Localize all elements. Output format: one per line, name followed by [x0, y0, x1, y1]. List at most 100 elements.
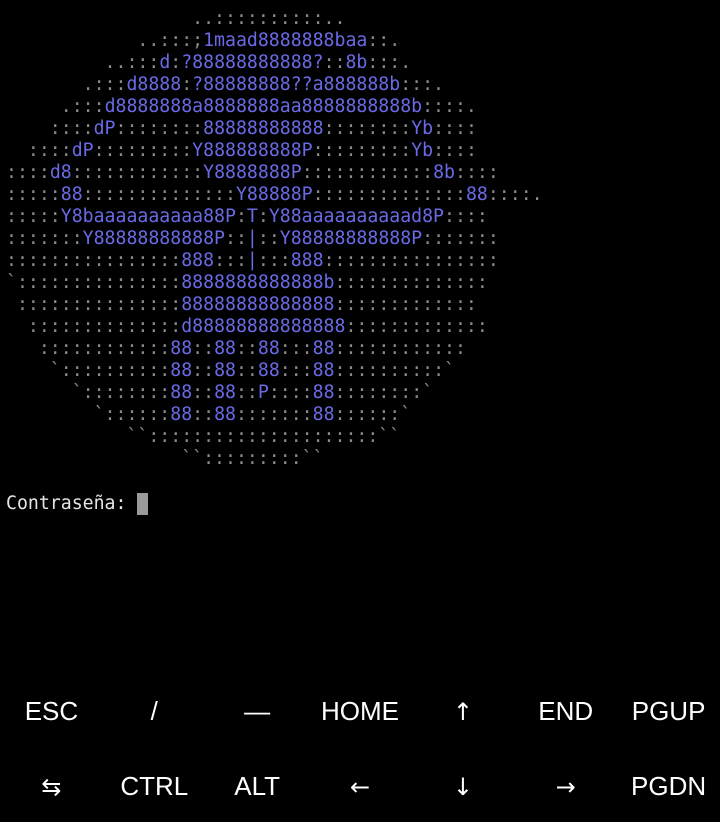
logo-glyphs: ?88888888??a888888b — [192, 74, 401, 95]
dot-glyphs: `::::::::::::::: — [6, 272, 182, 293]
logo-glyphs: 88 — [257, 338, 280, 359]
logo-glyphs: 88 — [170, 404, 193, 425]
ascii-art-line: `::::::::::88::88::88:::88::::::::::` — [6, 360, 455, 382]
dot-glyphs: :::: — [455, 162, 499, 183]
ascii-art-line: :::::Y8baaaaaaaaaa88P:T:Y88aaaaaaaaaad8P… — [6, 206, 488, 228]
logo-glyphs: 88888888888888 — [181, 294, 335, 315]
logo-glyphs: 88 — [170, 338, 193, 359]
logo-glyphs: Yb — [411, 118, 434, 139]
dot-glyphs: ::::: — [6, 184, 61, 205]
extra-keys-row-1: ESC / — HOME ↑ END PGUP — [0, 676, 720, 747]
logo-glyphs: 8b — [345, 52, 368, 73]
dot-glyphs: ::. — [367, 30, 401, 51]
arrow-right-key[interactable]: → — [514, 751, 617, 822]
dot-glyphs: ::: — [214, 250, 247, 271]
arrow-down-key[interactable]: ↓ — [411, 751, 514, 822]
dot-glyphs: ::: — [279, 360, 313, 381]
ctrl-key[interactable]: CTRL — [103, 751, 206, 822]
esc-key[interactable]: ESC — [0, 676, 103, 747]
home-key[interactable]: HOME — [309, 676, 412, 747]
logo-glyphs: | — [246, 250, 258, 271]
pgdn-key[interactable]: PGDN — [617, 751, 720, 822]
dot-glyphs: :: — [192, 360, 215, 381]
logo-glyphs: 8b — [433, 162, 455, 183]
arrow-up-key[interactable]: ↑ — [411, 676, 514, 747]
dot-glyphs: : — [170, 52, 182, 73]
password-label: Contraseña: — [6, 493, 127, 514]
dot-glyphs: ::::::::::::: — [334, 294, 477, 315]
password-prompt[interactable]: Contraseña: — [6, 492, 149, 516]
dash-key[interactable]: — — [206, 676, 309, 747]
dot-glyphs: ::::::: — [235, 404, 313, 425]
dot-glyphs: :::::::::::::: — [334, 272, 488, 293]
ascii-art-line: `::::::88::88:::::::88::::::` — [6, 404, 412, 426]
logo-glyphs: d8888888a8888888aa8888888888b — [104, 96, 423, 117]
logo-glyphs: dP — [93, 118, 116, 139]
logo-glyphs: 888 — [181, 250, 215, 271]
dot-glyphs: :::: — [6, 118, 94, 139]
dot-glyphs: ::::::::::` — [334, 360, 455, 381]
dot-glyphs: :: — [235, 360, 258, 381]
logo-glyphs: d8 — [49, 162, 72, 183]
logo-glyphs: 88 — [214, 360, 236, 381]
pgup-key[interactable]: PGUP — [617, 676, 720, 747]
dot-glyphs: .::: — [6, 96, 105, 117]
dot-glyphs: :: — [192, 404, 215, 425]
dot-glyphs: : — [235, 206, 247, 227]
dot-glyphs: :::::::::::: — [301, 162, 434, 183]
dot-glyphs: `:::::::::: — [6, 360, 171, 381]
alt-key[interactable]: ALT — [206, 751, 309, 822]
ascii-art-line: `::::::::88::88::P::::88::::::::` — [6, 382, 433, 404]
end-key[interactable]: END — [514, 676, 617, 747]
logo-glyphs: Y88888888888P — [82, 228, 226, 249]
logo-glyphs: 88 — [312, 404, 335, 425]
dot-glyphs: ::::. — [422, 96, 477, 117]
arrow-left-key[interactable]: ← — [309, 751, 412, 822]
logo-glyphs: ?88888888888? — [181, 52, 324, 73]
dot-glyphs: ..::::::::::.. — [6, 8, 346, 29]
slash-key[interactable]: / — [103, 676, 206, 747]
logo-glyphs: 88 — [312, 382, 335, 403]
ascii-art-line: `:::::::::::::::8888888888888b::::::::::… — [6, 272, 488, 294]
logo-glyphs: T — [246, 206, 258, 227]
ascii-art-line: .:::d8888888a8888888aa8888888888b::::. — [6, 96, 477, 118]
logo-glyphs: P — [257, 382, 269, 403]
ascii-art-line: ``:::::::::`` — [6, 448, 323, 470]
ascii-art-line: :::::::Y88888888888P::|::Y88888888888P::… — [6, 228, 499, 250]
dot-glyphs: :: — [225, 228, 247, 249]
logo-glyphs: d88888888888888 — [181, 316, 346, 337]
logo-glyphs: 88 — [465, 184, 488, 205]
dot-glyphs: :::::::::::: — [6, 338, 171, 359]
ascii-art-line: ::::dP::::::::88888888888::::::::Yb:::: — [6, 118, 477, 140]
logo-glyphs: 88 — [214, 382, 236, 403]
dot-glyphs: ::::::` — [334, 404, 412, 425]
dot-glyphs: ..:::; — [6, 30, 204, 51]
tab-key[interactable]: ⇆ — [0, 751, 103, 822]
dot-glyphs: :: — [192, 382, 215, 403]
dot-glyphs: :::::::::::::: — [6, 316, 182, 337]
dot-glyphs: :::::::::::: — [334, 338, 466, 359]
dot-glyphs: .::: — [6, 74, 127, 95]
logo-glyphs: Yb — [411, 140, 434, 161]
logo-glyphs: 88 — [214, 404, 236, 425]
dot-glyphs: :: — [257, 228, 280, 249]
dot-glyphs: ::: — [257, 250, 291, 271]
logo-glyphs: 88 — [170, 360, 193, 381]
dot-glyphs: `:::::::: — [6, 382, 171, 403]
logo-glyphs: 8888888888888b — [181, 272, 335, 293]
dot-glyphs: :: — [192, 338, 215, 359]
dot-glyphs: :: — [323, 52, 346, 73]
ascii-art-line: ..:::;1maad8888888baa::. — [6, 30, 400, 52]
dot-glyphs: ``:::::::::::::::::::::`` — [6, 426, 401, 447]
dot-glyphs: : — [181, 74, 193, 95]
dot-glyphs: ::::::: — [6, 228, 83, 249]
dot-glyphs: ::::::::: — [312, 140, 412, 161]
extra-keys-bar: ESC / — HOME ↑ END PGUP ⇆ CTRL ALT ← ↓ →… — [0, 676, 720, 818]
logo-glyphs: Y888888888P — [192, 140, 313, 161]
dot-glyphs: :::::::::::::: — [312, 184, 466, 205]
dot-glyphs: :::: — [268, 382, 313, 403]
terminal-output: ..::::::::::.. ..:::;1maad8888888baa::. … — [6, 8, 720, 478]
ascii-art-line: ::::dP:::::::::Y888888888P:::::::::Yb:::… — [6, 140, 477, 162]
logo-glyphs: dP — [71, 140, 94, 161]
ascii-art-line: ::::::::::::::d88888888888888:::::::::::… — [6, 316, 488, 338]
